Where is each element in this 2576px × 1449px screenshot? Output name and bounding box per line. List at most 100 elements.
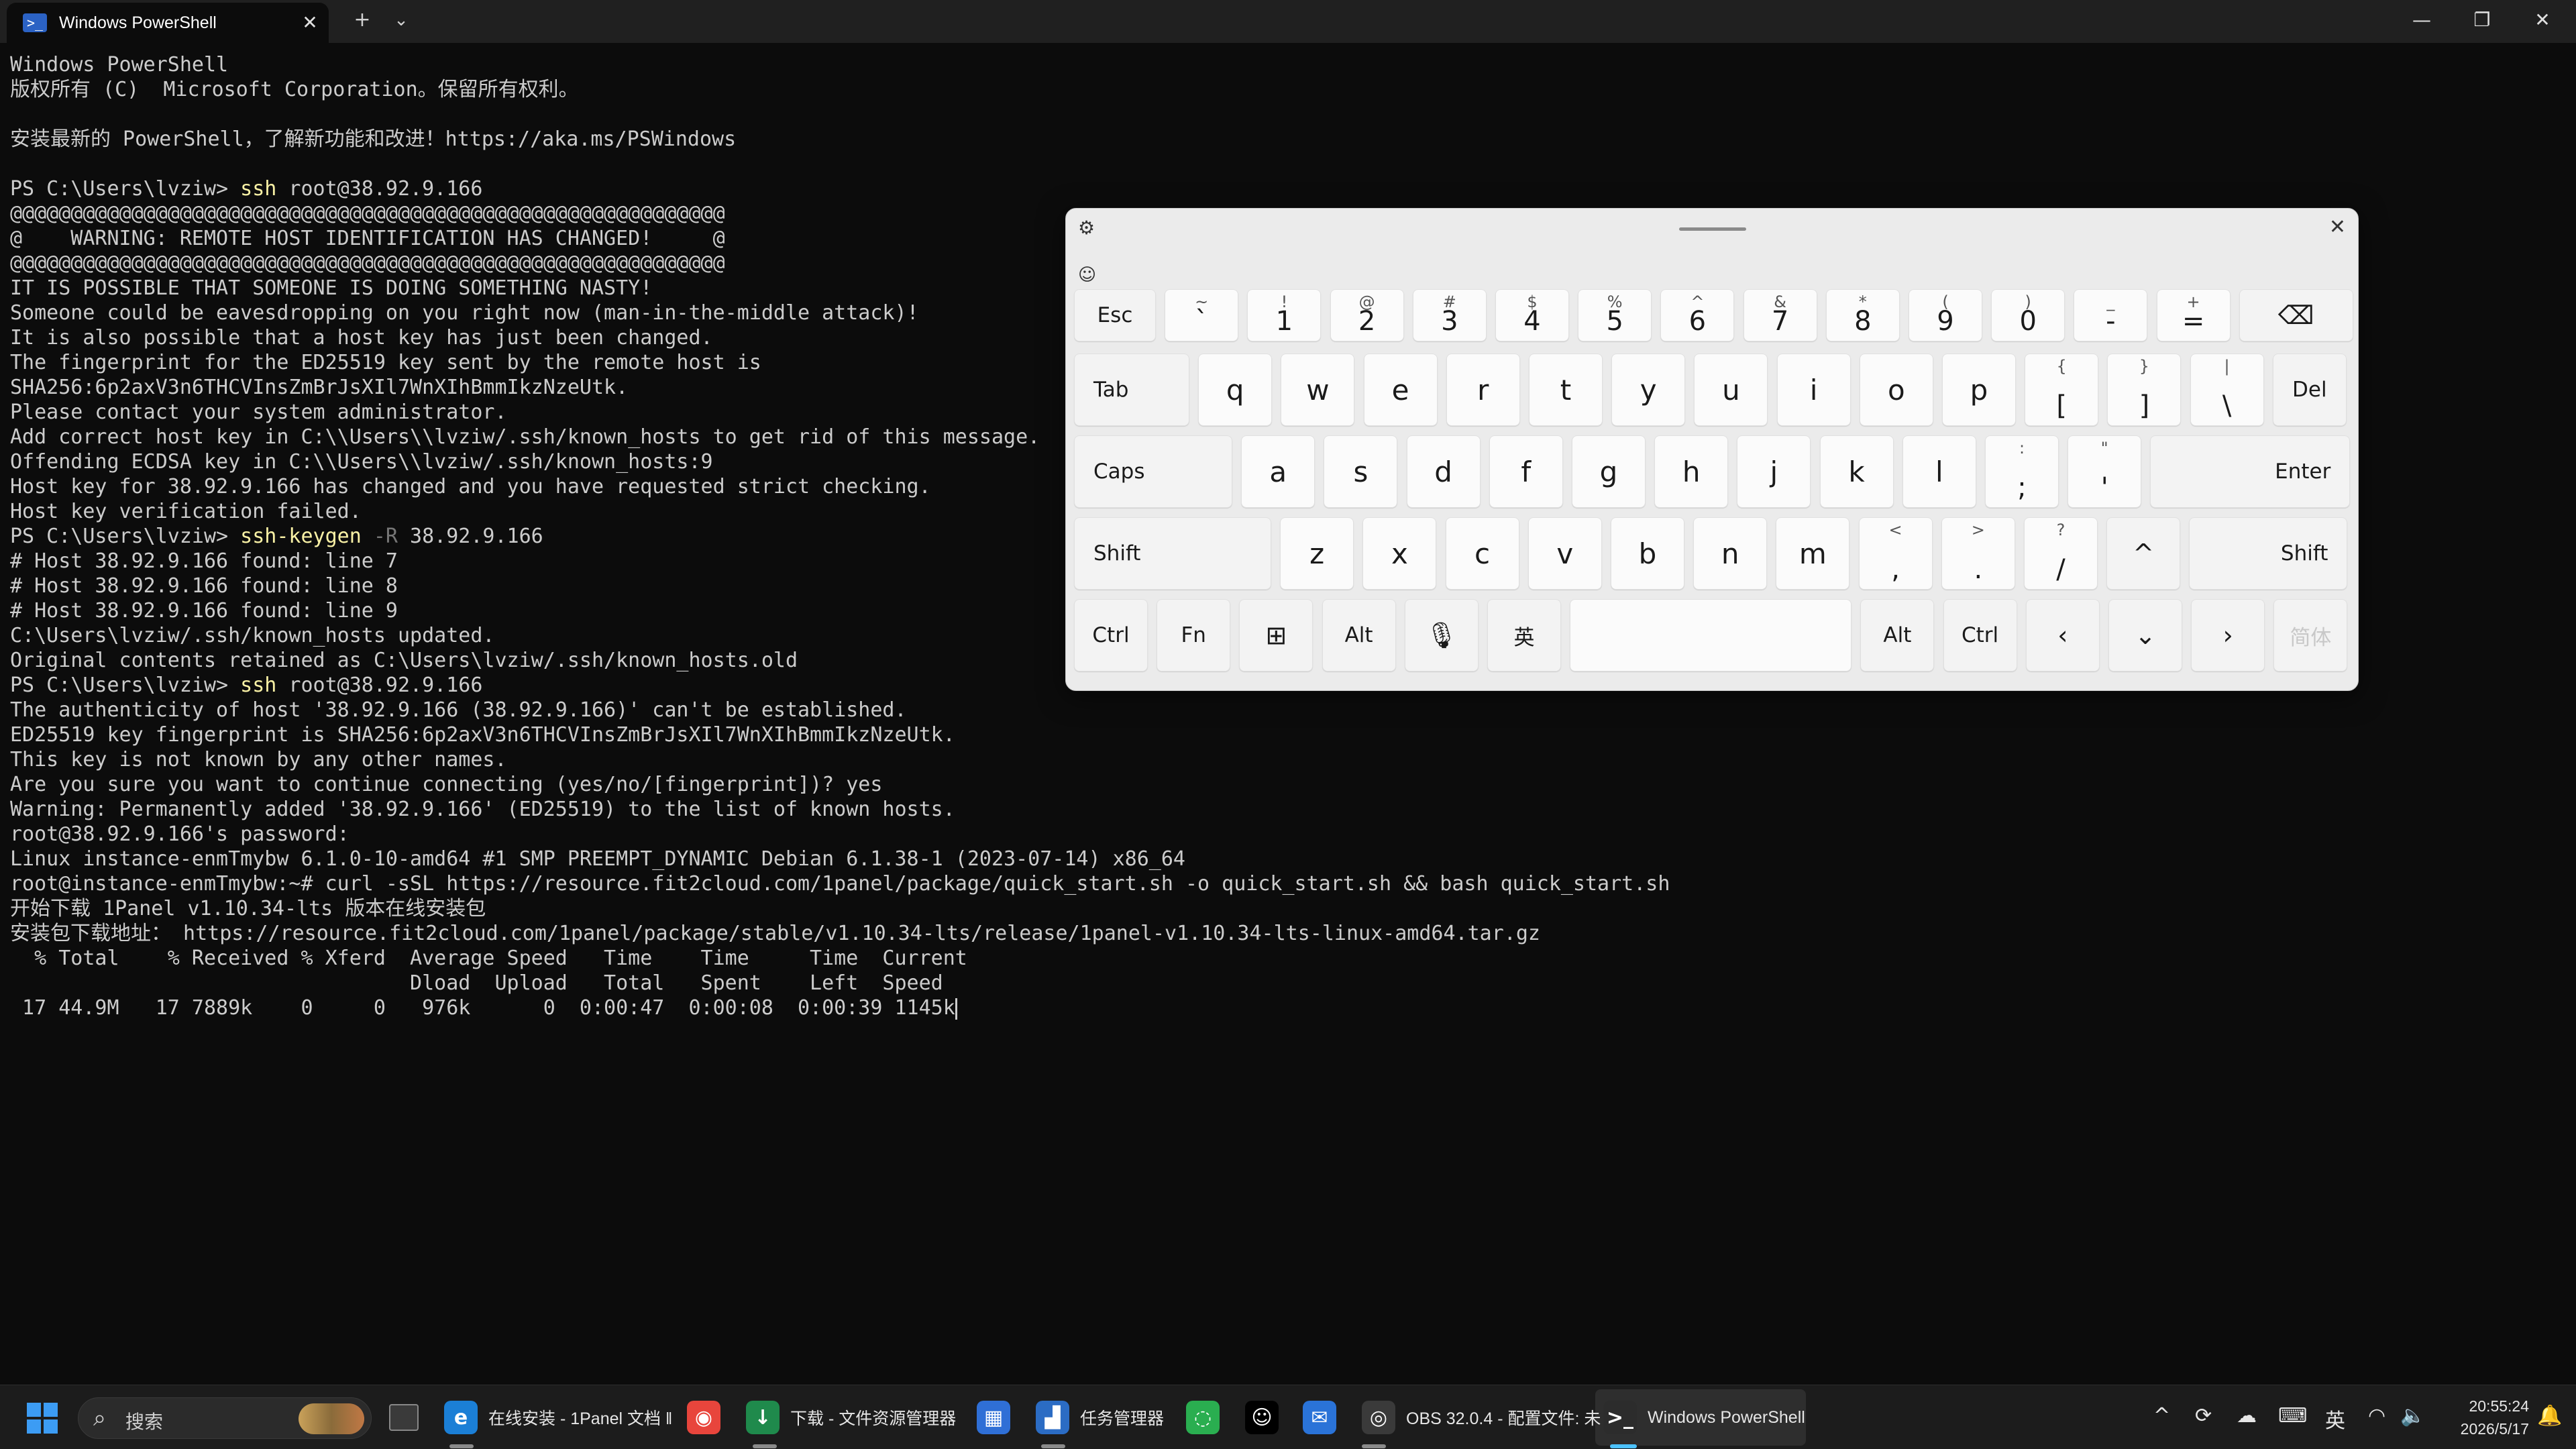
sync-icon[interactable]: ⟳ [2195, 1404, 2212, 1428]
windows-key[interactable]: ⊞ [1239, 599, 1313, 672]
arrow-left-key[interactable]: ‹ [2025, 599, 2100, 672]
taskbar-app-file-explorer[interactable]: ↓ 下载 - 文件资源管理器 [746, 1400, 956, 1435]
key-b[interactable]: b [1611, 517, 1684, 590]
taskbar-app-qq[interactable]: ☺ [1245, 1400, 1279, 1435]
tab-dropdown-button[interactable]: ⌄ [388, 7, 415, 34]
key-n[interactable]: n [1693, 517, 1768, 590]
key-sym3-8[interactable]: <, [1858, 517, 1933, 590]
key-enter[interactable]: Enter [2150, 435, 2351, 508]
taskbar-app-store[interactable]: ▦ [977, 1400, 1010, 1435]
key-q[interactable]: q [1198, 354, 1273, 426]
key-w[interactable]: w [1281, 354, 1355, 426]
key-shift[interactable]: Shift [1074, 517, 1271, 590]
minimize-button[interactable]: — [2392, 0, 2452, 43]
key-space[interactable] [1570, 599, 1852, 672]
key-d[interactable]: d [1406, 435, 1481, 508]
taskbar-app-wechat[interactable]: ◌ [1186, 1400, 1220, 1435]
backspace-key[interactable]: ⌫ [2239, 289, 2353, 341]
key-4[interactable]: $4 [1495, 289, 1569, 341]
key-7[interactable]: & 7 [1743, 289, 1817, 341]
key-x[interactable]: x [1362, 517, 1437, 590]
key-g[interactable]: g [1572, 435, 1646, 508]
onedrive-icon[interactable]: ☁ [2237, 1404, 2257, 1428]
arrow-down-key[interactable]: ⌄ [2108, 599, 2182, 672]
key-sym3-10[interactable]: ? / [2024, 517, 2098, 590]
key-alt[interactable]: Alt [1860, 599, 1935, 672]
taskbar-app-edge[interactable]: e 在线安装 - 1Panel 文档 ‖ [444, 1400, 672, 1435]
key-sym2-10[interactable]: :; [1985, 435, 2059, 508]
drag-handle[interactable] [1679, 227, 1746, 231]
window-close-button[interactable]: ✕ [2512, 0, 2573, 43]
tray-chevron-icon[interactable]: ^ [2153, 1404, 2170, 1428]
key-c[interactable]: c [1445, 517, 1519, 590]
key-caps[interactable]: Caps [1074, 435, 1232, 508]
emoji-icon[interactable]: ☺ [1078, 265, 1096, 285]
key-sym0-12[interactable]: _ - [2074, 289, 2148, 341]
taskbar-search[interactable]: ⌕ 搜索 [78, 1397, 372, 1439]
key-h[interactable]: h [1654, 435, 1729, 508]
key-9[interactable]: (9 [1909, 289, 1982, 341]
key-y[interactable]: y [1611, 354, 1686, 426]
key-f[interactable]: f [1489, 435, 1563, 508]
wifi-icon[interactable]: ◠ [2368, 1404, 2385, 1428]
key-sym0-1[interactable]: ~ ` [1165, 289, 1239, 341]
clock[interactable]: 20:55:24 2026/5/17 [2442, 1395, 2529, 1440]
arrow-up-key[interactable]: ^ [2106, 517, 2181, 590]
taskbar-app-obs[interactable]: ◎ OBS 32.0.4 - 配置文件: 未 [1362, 1400, 1601, 1435]
key-a[interactable]: a [1241, 435, 1316, 508]
task-view-button[interactable] [389, 1400, 419, 1435]
key-i[interactable]: i [1776, 354, 1851, 426]
key-ctrl[interactable]: Ctrl [1943, 599, 2017, 672]
key-sym1-12[interactable]: }] [2107, 354, 2182, 426]
key-5[interactable]: % 5 [1578, 289, 1652, 341]
key-m[interactable]: m [1776, 517, 1850, 590]
key-k[interactable]: k [1819, 435, 1894, 508]
key-fn[interactable]: Fn [1157, 599, 1231, 672]
key-sym1-13[interactable]: | \ [2190, 354, 2264, 426]
key-sym3-9[interactable]: >. [1941, 517, 2015, 590]
keyboard-icon[interactable]: ⌨ [2278, 1404, 2307, 1428]
taskbar-app-chrome[interactable]: ◉ [687, 1400, 720, 1435]
key-alt[interactable]: Alt [1322, 599, 1396, 672]
key-s[interactable]: s [1324, 435, 1398, 508]
key-sym1-11[interactable]: {[ [2025, 354, 2099, 426]
new-tab-button[interactable]: + [349, 7, 376, 34]
key-0[interactable]: ) 0 [1991, 289, 2065, 341]
key-v[interactable]: v [1527, 517, 1602, 590]
key-r[interactable]: r [1446, 354, 1520, 426]
taskbar-app-task-manager[interactable]: ▟ 任务管理器 [1036, 1400, 1164, 1435]
key-8[interactable]: * 8 [1825, 289, 1900, 341]
taskbar-app-mail[interactable]: ✉ [1303, 1400, 1336, 1435]
key-t[interactable]: t [1529, 354, 1603, 426]
key-6[interactable]: ^ 6 [1660, 289, 1735, 341]
key-j[interactable]: j [1737, 435, 1811, 508]
key-1[interactable]: ! 1 [1247, 289, 1322, 341]
keyboard-close-button[interactable]: ✕ [2329, 215, 2346, 239]
volume-icon[interactable]: 🔈 [2400, 1404, 2425, 1428]
taskbar-app-terminal[interactable]: >_ Windows PowerShell [1603, 1400, 1805, 1435]
tab-powershell[interactable]: >_ Windows PowerShell ✕ [7, 3, 329, 43]
key-2[interactable]: @2 [1330, 289, 1404, 341]
key-sym0-13[interactable]: + = [2156, 289, 2231, 341]
maximize-button[interactable]: ❐ [2452, 0, 2512, 43]
key-o[interactable]: o [1859, 354, 1933, 426]
key-shift[interactable]: Shift [2189, 517, 2348, 590]
key-del[interactable]: Del [2272, 354, 2347, 426]
key-tab[interactable]: Tab [1074, 354, 1189, 426]
key-e[interactable]: e [1363, 354, 1438, 426]
key-z[interactable]: z [1280, 517, 1354, 590]
key-sym2-11[interactable]: " ' [2068, 435, 2142, 508]
key-ctrl[interactable]: Ctrl [1074, 599, 1148, 672]
notification-icon[interactable]: 🔔 [2537, 1404, 2562, 1428]
key-p[interactable]: p [1942, 354, 2016, 426]
arrow-right-key[interactable]: › [2191, 599, 2265, 672]
windows-start-icon[interactable] [27, 1403, 58, 1434]
microphone-key[interactable]: 🎙 [1404, 599, 1479, 672]
gear-icon[interactable]: ⚙ [1078, 217, 1095, 239]
ime-indicator[interactable]: 英 [2325, 1404, 2345, 1434]
key-l[interactable]: l [1902, 435, 1976, 508]
key-esc[interactable]: Esc [1074, 289, 1156, 341]
key-sym4-5[interactable]: 英 [1487, 599, 1561, 672]
tab-close-button[interactable]: ✕ [297, 9, 323, 36]
key-u[interactable]: u [1694, 354, 1768, 426]
